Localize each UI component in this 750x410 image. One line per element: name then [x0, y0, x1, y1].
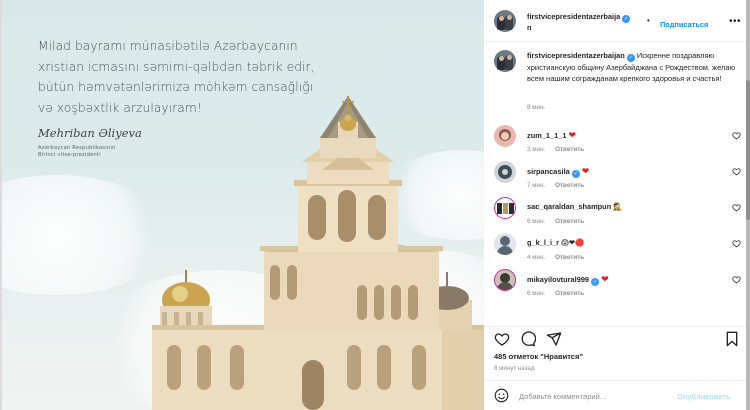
- comment-time[interactable]: 4 мин.: [527, 254, 545, 261]
- comment-meta: 6 мин. Ответить: [527, 290, 584, 297]
- heart-icon[interactable]: [494, 331, 510, 347]
- post-header: firstvicepresidentazerbaija ✓ n • Подписа…: [484, 0, 746, 42]
- reply-button[interactable]: Ответить: [555, 146, 584, 153]
- comment-meta: 6 мин. Ответить: [527, 218, 584, 225]
- commenter-avatar[interactable]: [494, 197, 516, 219]
- church-main-body: [152, 325, 484, 410]
- page-scrollbar[interactable]: [746, 0, 750, 410]
- greeting-line: bütün həmvətənlərimizə möhkəm cansağlığı: [38, 80, 314, 94]
- commenter-avatar[interactable]: [494, 161, 516, 183]
- comment-time[interactable]: 3 мин.: [527, 146, 545, 153]
- comment-item: g_k_l_i_r 😱❤🔴 4 мин. Ответить: [484, 233, 746, 267]
- header-separator: •: [647, 16, 650, 25]
- smile-icon[interactable]: [494, 388, 509, 403]
- reply-button[interactable]: Ответить: [555, 182, 584, 189]
- verified-badge-icon: ✓: [571, 170, 580, 178]
- comment-icon[interactable]: [520, 331, 536, 347]
- verified-badge-icon: ✓: [591, 278, 600, 286]
- reply-button[interactable]: Ответить: [555, 254, 584, 261]
- share-icon[interactable]: [546, 331, 562, 347]
- greeting-line: Milad bayramı münasibətilə Azərbaycanın: [38, 39, 298, 53]
- author-username-line2: n: [527, 23, 532, 32]
- signer-name: Mehriban Əliyeva: [38, 126, 142, 140]
- reply-button[interactable]: Ответить: [555, 290, 584, 297]
- commenter-avatar[interactable]: [494, 233, 516, 255]
- commenter-username[interactable]: sirpancasila: [527, 167, 570, 176]
- comment-item: mikayilovtural999 ✓ ❤ 6 мин. Ответить: [484, 269, 746, 303]
- comment-text: sirpancasila ✓ ❤: [527, 166, 589, 178]
- post-details-pane: firstvicepresidentazerbaija ✓ n • Подписа…: [484, 0, 746, 410]
- greeting-line: xristian icmasını səmimi-qəlbdən təbrik …: [38, 59, 315, 74]
- commenter-username[interactable]: mikayilovtural999: [527, 275, 589, 284]
- comment-time[interactable]: 7 мин.: [527, 182, 545, 189]
- commenter-username[interactable]: g_k_l_i_r: [527, 238, 559, 247]
- caption-text: firstvicepresidentazerbaijan ✓ Искренне п…: [527, 50, 737, 84]
- comment-like-heart-icon[interactable]: [732, 167, 741, 176]
- follow-button[interactable]: Подписаться: [660, 20, 708, 29]
- post-actions-bar: [484, 326, 746, 348]
- bookmark-icon[interactable]: [724, 331, 740, 347]
- reply-button[interactable]: Ответить: [555, 218, 584, 225]
- scrollbar-thumb[interactable]: [746, 80, 750, 220]
- author-username-line1: firstvicepresidentazerbaija: [527, 12, 621, 21]
- left-gold-dome: [160, 270, 212, 330]
- publish-button[interactable]: Опубликовать: [677, 392, 731, 401]
- comment-text: sac_qaraldan_shampun 🕵: [527, 202, 622, 211]
- comment-emoji: ❤: [581, 166, 590, 176]
- greeting-text: Milad bayramı münasibətilə Azərbaycanın …: [38, 36, 338, 118]
- comment-like-heart-icon[interactable]: [732, 239, 741, 248]
- commenter-username[interactable]: zum_1_1_1: [527, 131, 566, 140]
- author-username[interactable]: firstvicepresidentazerbaija ✓ n: [527, 12, 639, 33]
- comment-emoji: 😱❤🔴: [561, 238, 585, 247]
- post-image[interactable]: Milad bayramı münasibətilə Azərbaycanın …: [2, 0, 484, 410]
- comment-input[interactable]: [519, 389, 669, 403]
- comment-item: sac_qaraldan_shampun 🕵 6 мин. Ответить: [484, 197, 746, 231]
- author-avatar[interactable]: [494, 10, 516, 32]
- comment-time[interactable]: 6 мин.: [527, 290, 545, 297]
- caption-author-avatar[interactable]: [494, 50, 516, 72]
- comment-emoji: ❤: [601, 274, 609, 284]
- signer-title-line: Birinci vitse-prezidenti: [38, 152, 101, 158]
- caption-username[interactable]: firstvicepresidentazerbaijan: [527, 51, 625, 60]
- verified-badge-icon: ✓: [626, 54, 635, 62]
- signer-title-line: Azərbaycan Respublikasının: [38, 145, 116, 151]
- comment-meta: 7 мин. Ответить: [527, 182, 584, 189]
- comment-time[interactable]: 6 мин.: [527, 218, 545, 225]
- comment-text: zum_1_1_1 ❤: [527, 130, 576, 141]
- bell-tower: [294, 96, 402, 252]
- comment-meta: 4 мин. Ответить: [527, 254, 584, 261]
- comment-like-heart-icon[interactable]: [732, 131, 741, 140]
- commenter-username[interactable]: sac_qaraldan_shampun: [527, 202, 611, 211]
- comment-item: sirpancasila ✓ ❤ 7 мин. Ответить: [484, 161, 746, 195]
- comment-meta: 3 мин. Ответить: [527, 146, 584, 153]
- comment-composer: Опубликовать: [484, 380, 746, 410]
- signer-block: Mehriban Əliyeva Azərbaycan Respublikası…: [38, 126, 142, 159]
- caption-timestamp[interactable]: 8 мин.: [527, 104, 545, 111]
- instagram-post-window: Milad bayramı münasibətilə Azərbaycanın …: [0, 0, 750, 410]
- commenter-avatar[interactable]: [494, 125, 516, 147]
- commenter-avatar[interactable]: [494, 269, 516, 291]
- comment-text: mikayilovtural999 ✓ ❤: [527, 274, 609, 286]
- signer-title: Azərbaycan Respublikasının Birinci vitse…: [38, 145, 142, 159]
- comment-like-heart-icon[interactable]: [732, 275, 741, 284]
- more-options-icon[interactable]: •••: [729, 16, 741, 27]
- comment-item: zum_1_1_1 ❤ 3 мин. Ответить: [484, 125, 746, 159]
- comment-like-heart-icon[interactable]: [732, 203, 741, 212]
- greeting-line: və xoşbəxtlik arzulayıram!: [38, 100, 202, 115]
- comment-emoji: 🕵: [613, 202, 623, 211]
- comment-emoji: ❤: [568, 130, 577, 140]
- post-time-ago[interactable]: 8 минут назад: [494, 365, 535, 372]
- likes-count[interactable]: 485 отметок "Нравится": [494, 352, 583, 361]
- comment-text: g_k_l_i_r 😱❤🔴: [527, 238, 584, 247]
- verified-badge-icon: ✓: [622, 15, 631, 23]
